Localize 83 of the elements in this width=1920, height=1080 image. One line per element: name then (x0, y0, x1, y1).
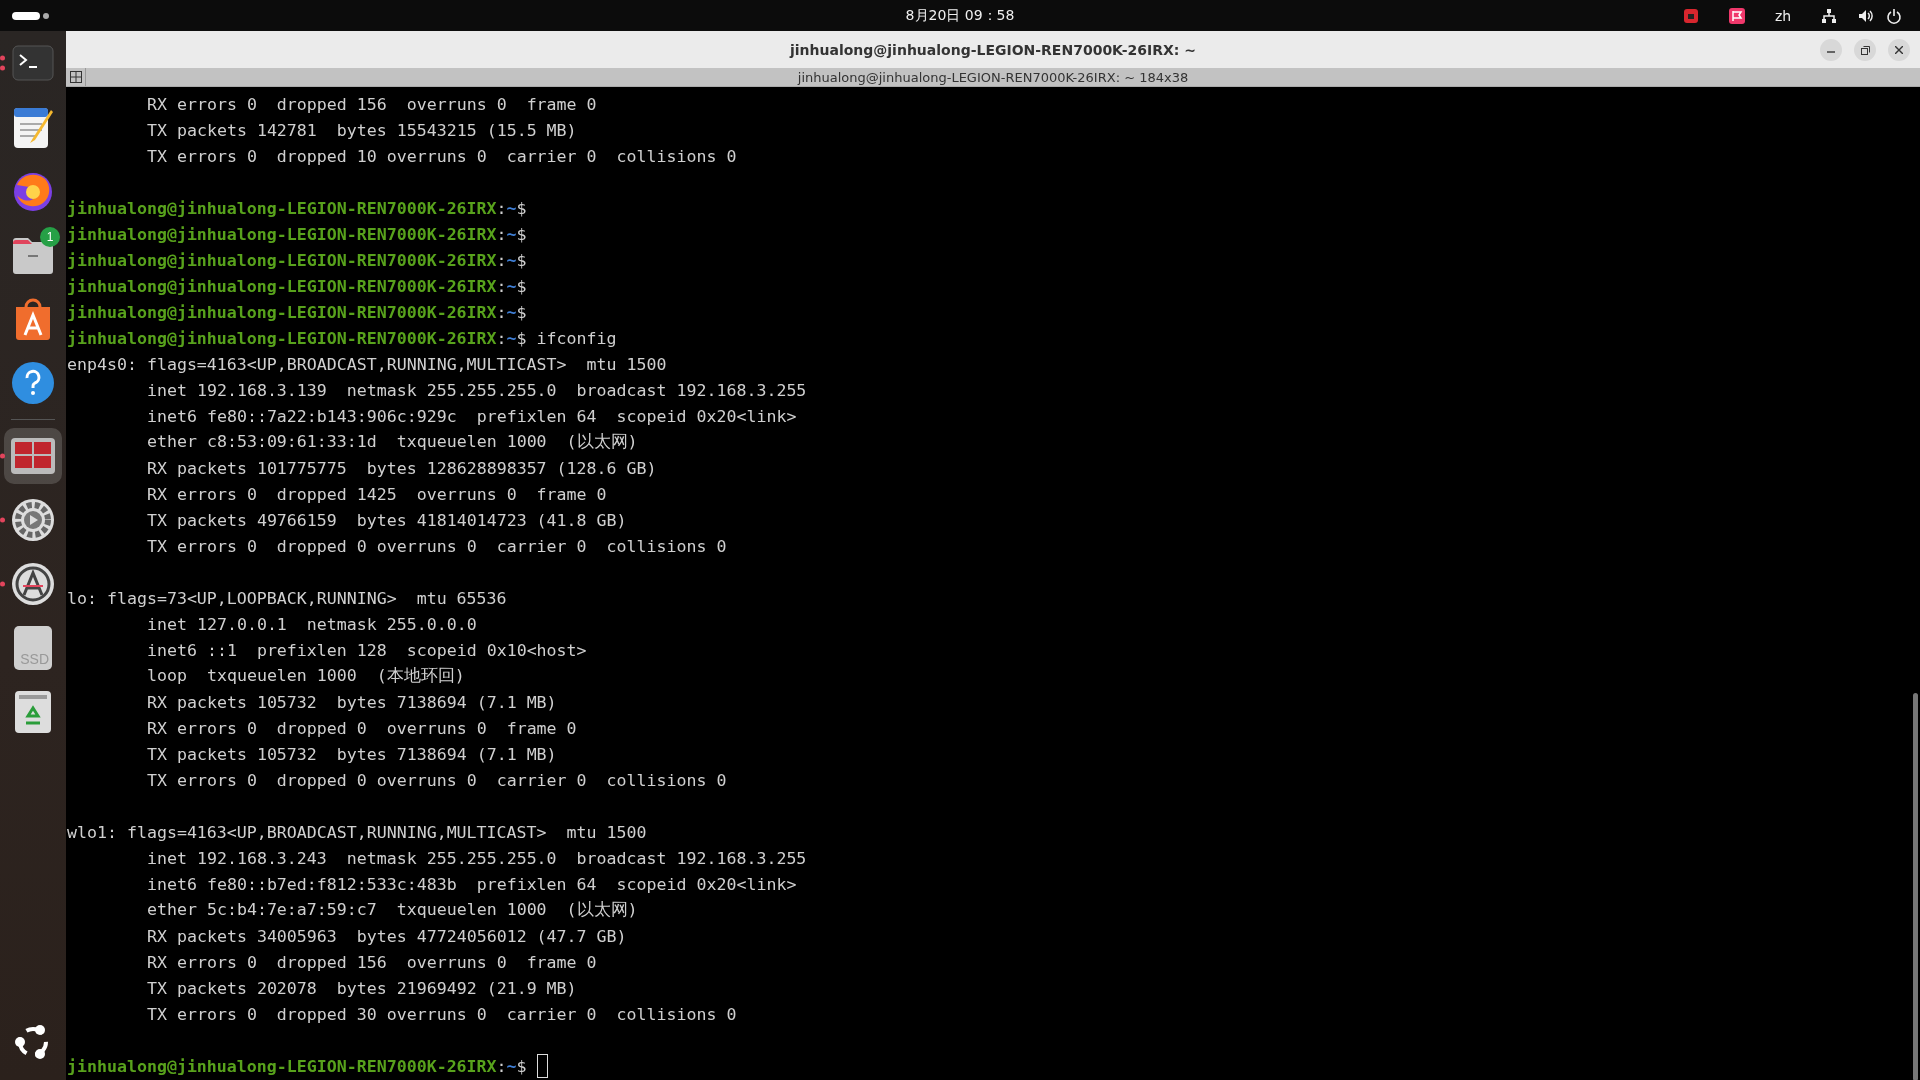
prompt-symbol: $ (516, 276, 527, 296)
prompt-symbol: $ (516, 198, 527, 218)
prompt-colon: : (496, 276, 507, 296)
prompt-colon: : (496, 250, 507, 270)
prompt-symbol: $ (516, 224, 527, 244)
app-indicator-icon[interactable] (1684, 8, 1698, 23)
prompt-colon: : (496, 302, 507, 322)
terminal-output-line: wlo1: flags=4163<UP,BROADCAST,RUNNING,MULTICAST> mtu 1500 (67, 822, 647, 842)
restore-icon (1860, 45, 1870, 55)
prompt-path: ~ (506, 328, 517, 348)
terminal-output-line: TX packets 49766159 bytes 41814014723 (41.8 GB) (147, 510, 627, 530)
window-title: jinhualong@jinhualong-LEGION-REN7000K-26IRX: ~ (789, 41, 1197, 58)
prompt-user-host: jinhualong@jinhualong-LEGION-REN7000K-26IRX (67, 302, 497, 322)
terminal-output-line: ether c8:53:09:61:33:1d txqueuelen 1000 (以太网) (147, 431, 638, 453)
terminal-output-line: inet6 fe80::b7ed:f812:533c:483b prefixlen 64 scopeid 0x20<link> (147, 874, 797, 894)
terminal-output-line: TX errors 0 dropped 0 overruns 0 carrier 0 collisions 0 (147, 770, 727, 790)
prompt-path: ~ (506, 250, 517, 270)
activities-indicator[interactable] (12, 10, 50, 21)
terminal-output-line: loop txqueuelen 1000 (本地环回) (147, 665, 465, 687)
terminal-output-line: RX packets 34005963 bytes 47724056012 (47.7 GB) (147, 926, 627, 946)
terminal-output-line: inet6 ::1 prefixlen 128 scopeid 0x10<host> (147, 640, 587, 660)
terminal-output-line: TX packets 202078 bytes 21969492 (21.9 MB) (147, 978, 577, 998)
prompt-user-host: jinhualong@jinhualong-LEGION-REN7000K-26IRX (67, 250, 497, 270)
close-button[interactable] (1888, 39, 1910, 61)
prompt-path: ~ (506, 302, 517, 322)
terminal-output-line: inet6 fe80::7a22:b143:906c:929c prefixlen 64 scopeid 0x20<link> (147, 406, 797, 426)
prompt-colon: : (496, 198, 507, 218)
terminal-output-line: RX errors 0 dropped 0 overruns 0 frame 0 (147, 718, 577, 738)
prompt-user-host: jinhualong@jinhualong-LEGION-REN7000K-26IRX (67, 198, 497, 218)
prompt-symbol: $ (516, 328, 527, 348)
settings-icon (11, 498, 55, 542)
terminal-output-line: inet 192.168.3.139 netmask 255.255.255.0 broadcast 192.168.3.255 (147, 380, 807, 400)
input-language[interactable]: zh (1774, 7, 1792, 24)
prompt-user-host: jinhualong@jinhualong-LEGION-REN7000K-26IRX (67, 328, 497, 348)
volume-icon[interactable] (1858, 7, 1874, 24)
prompt-symbol: $ (516, 250, 527, 270)
terminal-output-line: ether 5c:b4:7e:a7:59:c7 txqueuelen 1000 (以太网) (147, 899, 638, 921)
running-indicator (0, 581, 5, 587)
terminal-output-line: TX packets 142781 bytes 15543215 (15.5 MB) (147, 120, 577, 140)
update-circle-icon (11, 562, 55, 606)
terminal-output-line: enp4s0: flags=4163<UP,BROADCAST,RUNNING,MULTICAST> mtu 1500 (67, 354, 667, 374)
tab-title[interactable]: jinhualong@jinhualong-LEGION-REN7000K-26IRX: ~ 184x38 (797, 69, 1189, 85)
prompt-colon: : (496, 1056, 507, 1076)
prompt-symbol: $ (516, 1056, 527, 1076)
running-indicator (0, 453, 5, 459)
prompt-path: ~ (506, 198, 517, 218)
close-icon (1895, 46, 1903, 54)
terminal-output-line: RX packets 101775775 bytes 128628898357 (128.6 GB) (147, 458, 657, 478)
flag-icon[interactable] (1729, 7, 1745, 24)
terminal-icon (12, 45, 54, 81)
running-indicator (0, 517, 5, 523)
prompt-user-host: jinhualong@jinhualong-LEGION-REN7000K-26IRX (67, 224, 497, 244)
prompt-path: ~ (506, 276, 517, 296)
scrollbar[interactable] (1913, 693, 1918, 1080)
terminal-output-line: RX errors 0 dropped 156 overruns 0 frame 0 (147, 94, 597, 114)
prompt-user-host: jinhualong@jinhualong-LEGION-REN7000K-26IRX (67, 276, 497, 296)
prompt-colon: : (496, 328, 507, 348)
terminal-output-line: inet 192.168.3.243 netmask 255.255.255.0 broadcast 192.168.3.255 (147, 848, 807, 868)
shopping-bag-icon (13, 297, 53, 341)
grid-icon (69, 71, 82, 83)
maximize-button[interactable] (1854, 39, 1876, 61)
terminal-command: ifconfig (536, 328, 617, 348)
minimize-button[interactable] (1820, 39, 1842, 61)
notification-badge: 1 (40, 227, 60, 247)
terminal-output-line: RX errors 0 dropped 156 overruns 0 frame 0 (147, 952, 597, 972)
prompt-path: ~ (506, 224, 517, 244)
terminal-output-line: TX packets 105732 bytes 7138694 (7.1 MB) (147, 744, 557, 764)
prompt-path: ~ (506, 1056, 517, 1076)
terminal-output-line: lo: flags=73<UP,LOOPBACK,RUNNING> mtu 65536 (67, 588, 507, 608)
help-icon (11, 361, 55, 405)
terminal-output-line: RX packets 105732 bytes 7138694 (7.1 MB) (147, 692, 557, 712)
terminal-output-line: TX errors 0 dropped 10 overruns 0 carrier 0 collisions 0 (147, 146, 737, 166)
terminal-output-line: RX errors 0 dropped 1425 overruns 0 frame 0 (147, 484, 607, 504)
prompt-symbol: $ (516, 302, 527, 322)
prompt-user-host: jinhualong@jinhualong-LEGION-REN7000K-26IRX (67, 1056, 497, 1076)
power-icon[interactable] (1886, 7, 1902, 24)
prompt-colon: : (496, 224, 507, 244)
terminal-grid-icon (10, 437, 56, 475)
terminal-output-line: TX errors 0 dropped 0 overruns 0 carrier 0 collisions 0 (147, 536, 727, 556)
terminal-output-line: inet 127.0.0.1 netmask 255.0.0.0 (147, 614, 477, 634)
clock[interactable]: 8月20日 09：58 (905, 6, 1015, 25)
terminal-output-line: TX errors 0 dropped 30 overruns 0 carrier 0 collisions 0 (147, 1004, 737, 1024)
network-icon[interactable] (1821, 7, 1837, 24)
